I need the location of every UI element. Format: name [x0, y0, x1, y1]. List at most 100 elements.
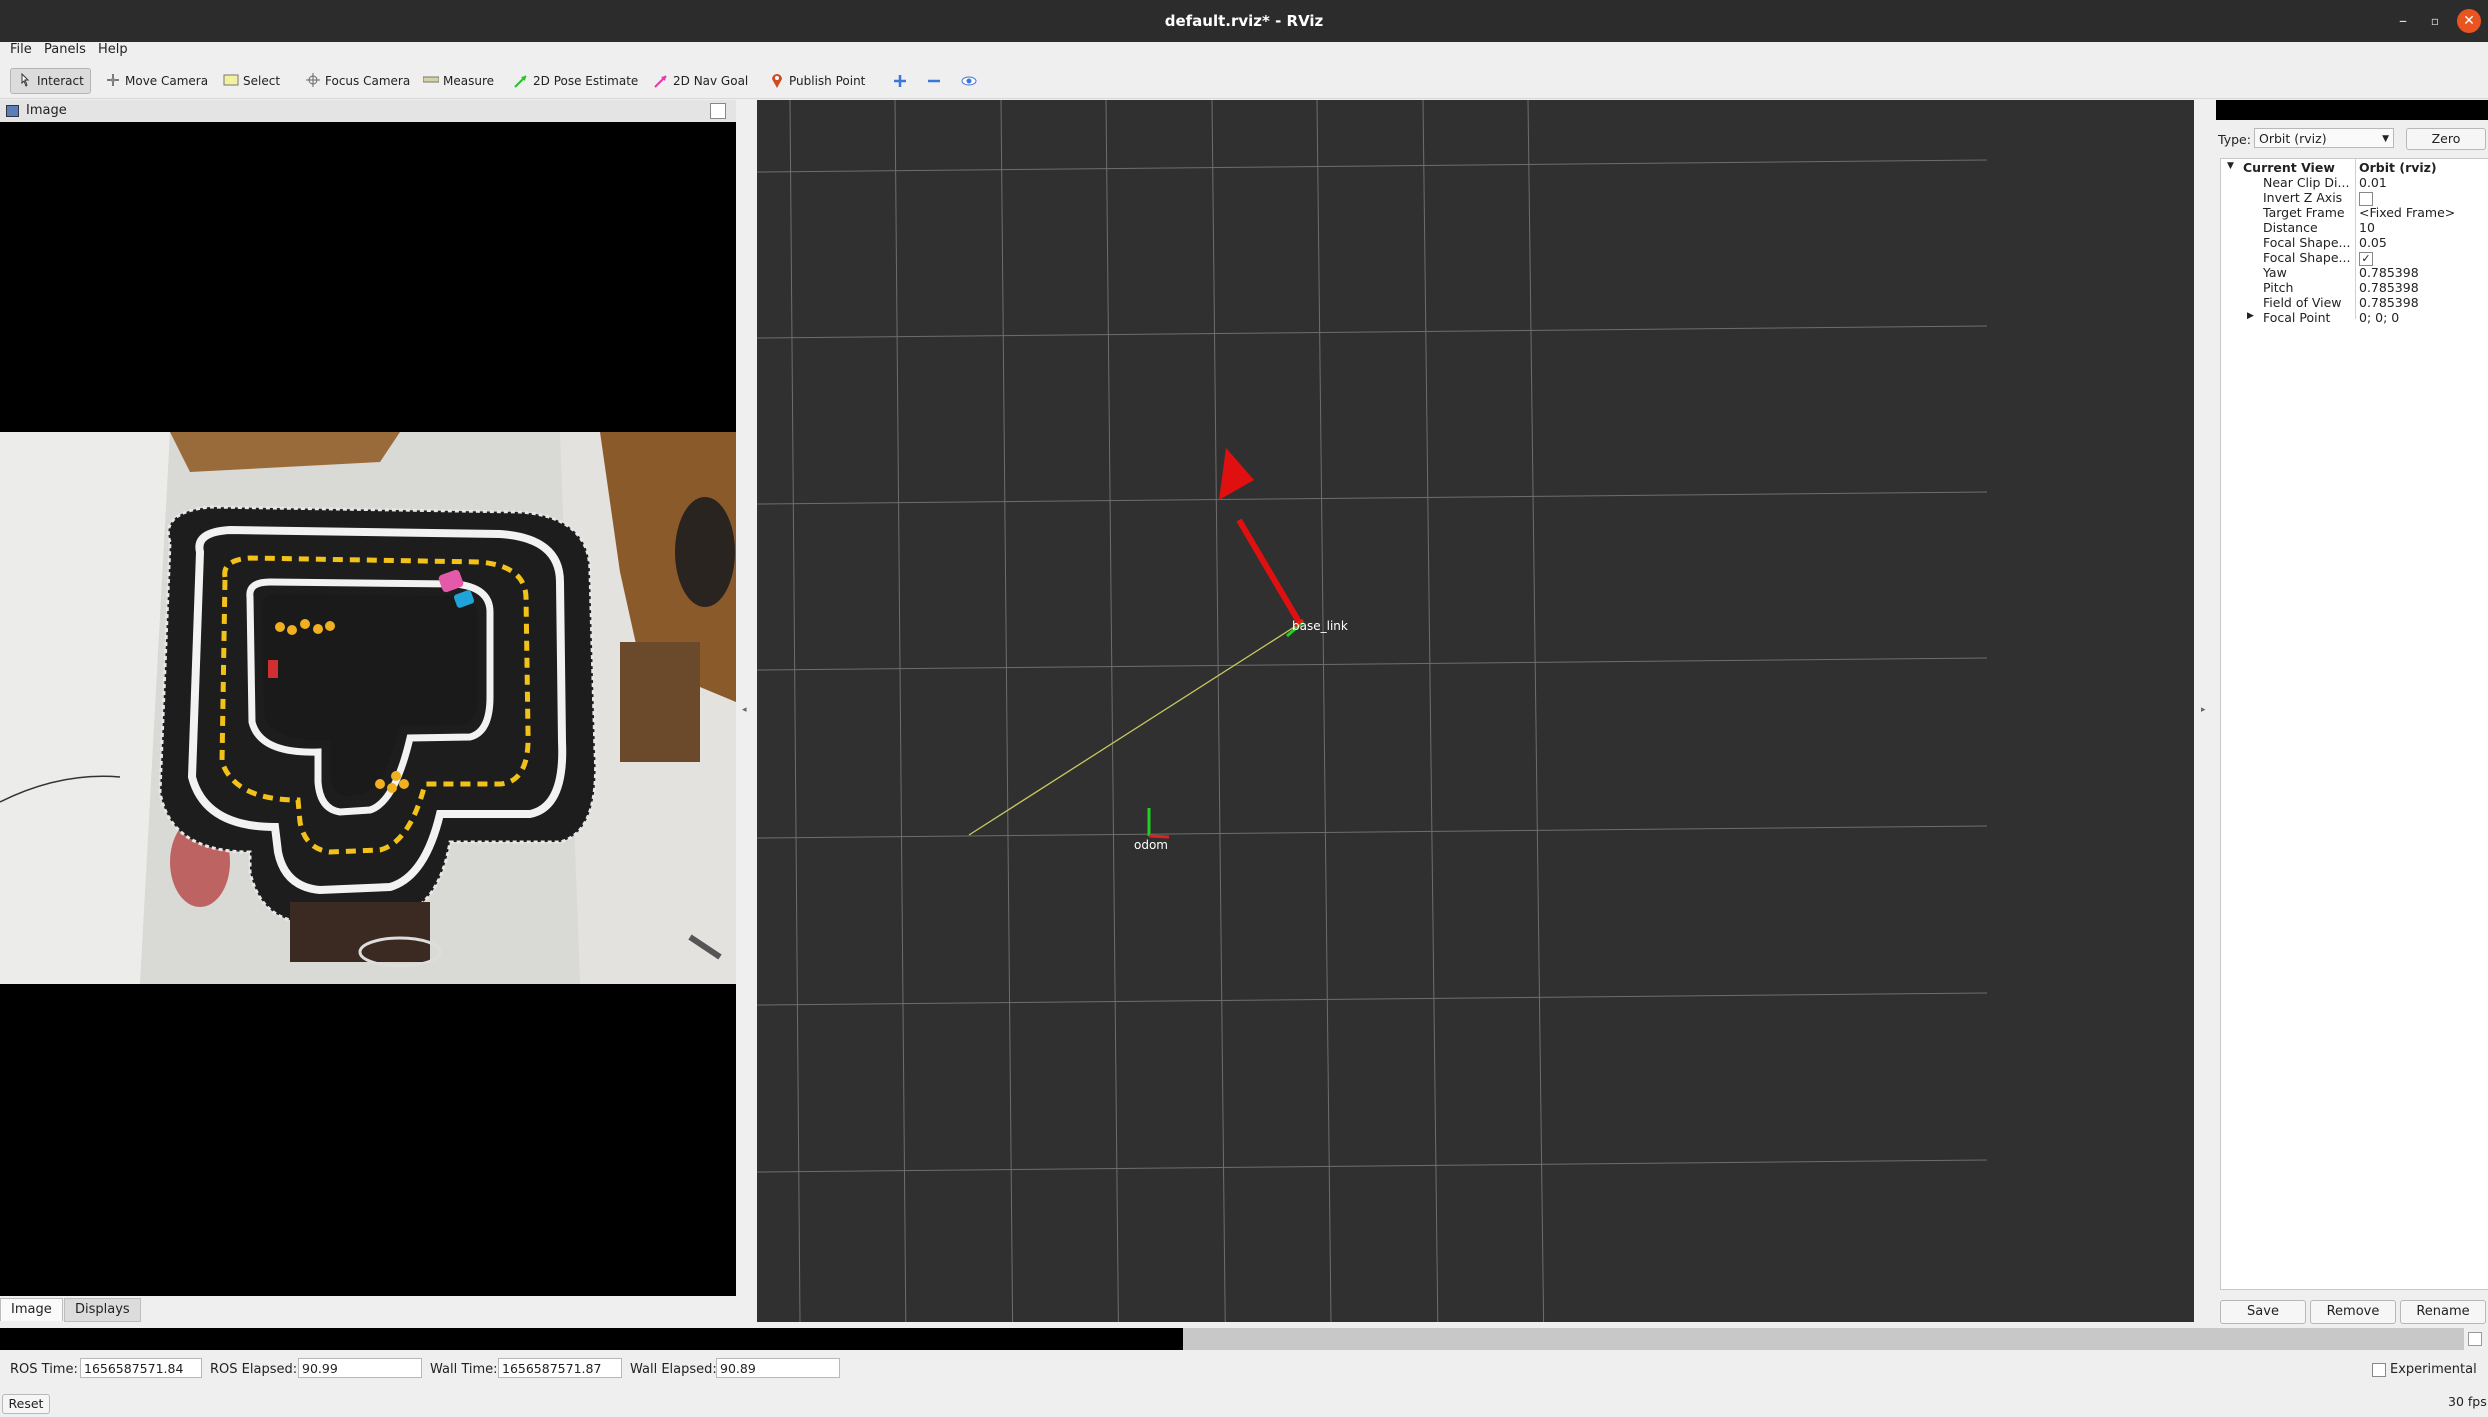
menu-help[interactable]: Help: [98, 42, 128, 57]
minimize-icon[interactable]: –: [2390, 8, 2416, 34]
tool-measure[interactable]: Measure: [416, 68, 501, 94]
tool-move-camera[interactable]: Move Camera: [98, 68, 215, 94]
pose-arrow-shaft: [1236, 518, 1302, 624]
tab-displays[interactable]: Displays: [64, 1298, 141, 1322]
prop-target-frame-value[interactable]: <Fixed Frame>: [2359, 205, 2455, 220]
toolbar: Interact Move Camera Select Focus Camera…: [0, 62, 2488, 99]
experimental-checkbox[interactable]: [2372, 1363, 2386, 1377]
tool-label: Move Camera: [125, 74, 209, 88]
remove-tool-icon[interactable]: [920, 68, 948, 94]
prop-focal-point-value[interactable]: 0; 0; 0: [2359, 310, 2399, 325]
pink-arrow-icon: [653, 73, 669, 89]
wall-elapsed-field[interactable]: 90.89: [716, 1358, 840, 1378]
view-type-select[interactable]: Orbit (rviz) ▼: [2254, 128, 2394, 148]
wall-time-field[interactable]: 1656587571.87: [498, 1358, 622, 1378]
grid-line: [757, 491, 1988, 505]
view-properties-tree: ▼ Current View Orbit (rviz) Near Clip Di…: [2220, 158, 2488, 1290]
panel-undock-icon[interactable]: [710, 103, 726, 119]
grid-line: [1316, 100, 1332, 1322]
menu-bar: File Panels Help: [0, 42, 2488, 60]
prop-yaw-name: Yaw: [2263, 265, 2287, 280]
menu-panels[interactable]: Panels: [44, 42, 86, 57]
frame-label-base-link: base_link: [1292, 619, 1348, 633]
ros-elapsed-field[interactable]: 90.99: [298, 1358, 422, 1378]
type-label: Type:: [2218, 132, 2251, 147]
progress-bar: [0, 1328, 2488, 1350]
tool-interact[interactable]: Interact: [10, 68, 91, 94]
collapse-left-icon[interactable]: ◂: [742, 705, 747, 715]
tab-image[interactable]: Image: [0, 1298, 63, 1321]
prop-pitch-value[interactable]: 0.785398: [2359, 280, 2419, 295]
ruler-icon: [422, 73, 440, 89]
wall-elapsed-label: Wall Elapsed:: [630, 1362, 717, 1377]
prop-target-frame-name: Target Frame: [2263, 205, 2345, 220]
chevron-down-icon: ▼: [2382, 134, 2389, 144]
tool-2d-nav-goal[interactable]: 2D Nav Goal: [646, 68, 755, 94]
prop-distance-name: Distance: [2263, 220, 2318, 235]
save-button[interactable]: Save: [2220, 1300, 2306, 1324]
tool-select[interactable]: Select: [216, 68, 287, 94]
grid-line: [757, 325, 1988, 339]
maximize-icon[interactable]: ▫: [2422, 8, 2448, 34]
grid-line: [757, 657, 1988, 671]
add-tool-icon[interactable]: [886, 68, 914, 94]
prop-focal-shape-size-name: Focal Shape...: [2263, 235, 2351, 250]
render-3d-view[interactable]: base_link odom: [757, 100, 2194, 1322]
progress-fill: [0, 1328, 1183, 1350]
focal-shape-checkbox[interactable]: ✓: [2359, 250, 2373, 266]
grid: [757, 100, 1988, 1322]
cursor-hand-icon: [17, 72, 33, 89]
prop-near-clip-value[interactable]: 0.01: [2359, 175, 2387, 190]
zero-button[interactable]: Zero: [2406, 128, 2486, 150]
tool-label: Interact: [37, 74, 84, 88]
eye-icon[interactable]: [954, 68, 984, 94]
camera-image-view[interactable]: [0, 122, 736, 1296]
tool-publish-point[interactable]: Publish Point: [762, 68, 872, 94]
right-splitter[interactable]: ▸: [2194, 100, 2216, 1322]
expand-down-icon[interactable]: ▼: [2227, 161, 2234, 171]
grid-line: [757, 825, 1988, 839]
views-panel-header: [2216, 100, 2488, 120]
select-box-icon: [223, 73, 239, 89]
tool-label: Focus Camera: [325, 74, 411, 88]
tool-focus-camera[interactable]: Focus Camera: [298, 68, 417, 94]
focus-crosshair-icon: [305, 73, 321, 89]
pose-arrow-head: [1219, 448, 1254, 500]
rename-button[interactable]: Rename: [2400, 1300, 2486, 1324]
green-arrow-icon: [513, 73, 529, 89]
invert-z-checkbox[interactable]: [2359, 190, 2373, 206]
grid-line: [757, 992, 1988, 1006]
collapse-right-icon[interactable]: ▸: [2201, 705, 2206, 715]
tool-label: Measure: [443, 74, 494, 88]
tool-2d-pose-estimate[interactable]: 2D Pose Estimate: [506, 68, 645, 94]
column-divider: [2355, 159, 2356, 319]
grid-line: [1211, 100, 1226, 1322]
menu-file[interactable]: File: [10, 42, 32, 57]
grid-line: [1527, 100, 1545, 1322]
left-splitter[interactable]: ◂: [736, 100, 757, 1322]
view-type-value: Orbit (rviz): [2259, 131, 2327, 146]
progress-track: [1183, 1328, 2464, 1350]
panel-tab-bar: Image Displays: [0, 1298, 736, 1322]
prop-pitch-name: Pitch: [2263, 280, 2294, 295]
grid-line: [894, 100, 907, 1322]
odom-axis-x: [1148, 834, 1170, 839]
ros-time-field[interactable]: 1656587571.84: [80, 1358, 202, 1378]
expand-right-icon[interactable]: ▶: [2247, 311, 2254, 321]
prop-fov-value[interactable]: 0.785398: [2359, 295, 2419, 310]
close-icon[interactable]: ✕: [2457, 9, 2481, 33]
prop-fov-name: Field of View: [2263, 295, 2342, 310]
prop-distance-value[interactable]: 10: [2359, 220, 2375, 235]
reset-button[interactable]: Reset: [2, 1394, 50, 1414]
current-view-value: Orbit (rviz): [2359, 160, 2437, 175]
tool-label: 2D Nav Goal: [673, 74, 749, 88]
views-panel: Type: Orbit (rviz) ▼ Zero ▼ Current View…: [2216, 100, 2488, 1324]
prop-yaw-value[interactable]: 0.785398: [2359, 265, 2419, 280]
remove-button[interactable]: Remove: [2310, 1300, 2396, 1324]
grid-line: [757, 159, 1988, 173]
prop-focal-shape-size-value[interactable]: 0.05: [2359, 235, 2387, 250]
grid-line: [1422, 100, 1439, 1322]
grid-line: [1000, 100, 1014, 1322]
current-view-name: Current View: [2243, 160, 2335, 175]
tool-label: Publish Point: [789, 74, 866, 88]
